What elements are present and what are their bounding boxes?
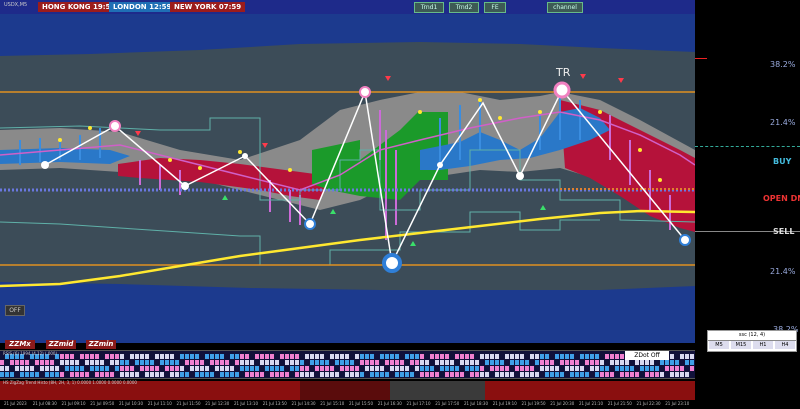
axis-label-214-top: 21.4%: [770, 118, 796, 127]
clock-london: LONDON 12:59: [109, 2, 176, 12]
zdot-toggle-button[interactable]: ZDot Off: [625, 351, 669, 360]
time-label: 21 Jul 22:30: [636, 401, 661, 406]
pane1-title: RSIS (6) 1994 (4,12) (,000): [3, 351, 58, 356]
symbol-label: USDX,M5: [4, 2, 28, 8]
time-label: 21 Jul 18:30: [464, 401, 488, 406]
time-label: 21 Jul 09:50: [90, 401, 115, 406]
timeframe-h1[interactable]: H1: [753, 341, 773, 349]
time-label: 21 Jul 11:10: [147, 401, 172, 406]
zzmx-button[interactable]: ZZMx: [5, 340, 35, 349]
timeframe-m5[interactable]: M5: [709, 341, 729, 349]
price-axis: 38.2% 21.4% BUY OPEN DN SELL 21.4% 38.2%: [695, 0, 800, 343]
trend2-button[interactable]: Trnd2: [449, 2, 479, 13]
channel-button[interactable]: channel: [547, 2, 583, 13]
price-chart[interactable]: TR: [0, 14, 695, 343]
time-label: 21 Jul 11:50: [176, 401, 201, 406]
timeframe-panel: ssc (12, 4) M5 M15 H1 H4: [707, 330, 797, 352]
time-label: 21 Jul 13:10: [234, 401, 258, 406]
timeframe-m15[interactable]: M15: [731, 341, 751, 349]
axis-label-buy: BUY: [773, 157, 792, 166]
time-label: 21 Jul 19:50: [521, 401, 546, 406]
time-label: 21 Jul 15:50: [349, 401, 373, 406]
time-label: 21 Jul 14:30: [291, 401, 316, 406]
off-button[interactable]: OFF: [5, 305, 25, 316]
time-label: 21 Jul 17:10: [406, 401, 431, 406]
time-label: 21 Jul 21:50: [607, 401, 632, 406]
fe-button[interactable]: FE: [484, 2, 506, 13]
clock-hongkong: HONG KONG 19:59: [38, 2, 120, 12]
time-label: 21 Jul 23:10: [665, 401, 690, 406]
time-label: 21 Jul 13:50: [262, 401, 287, 406]
time-label: 21 Jul 10:30: [119, 401, 143, 406]
timeframe-h4[interactable]: H4: [775, 341, 795, 349]
time-label: 21 Jul 15:10: [320, 401, 345, 406]
time-label: 21 Jul 17:50: [435, 401, 460, 406]
time-label: 21 Jul 09:10: [61, 401, 86, 406]
zzmin-button[interactable]: ZZmin: [86, 340, 116, 349]
axis-label-214-bottom: 21.4%: [770, 267, 796, 276]
time-label: 21 Jul 2023: [4, 401, 27, 406]
trend1-button[interactable]: Trnd1: [414, 2, 444, 13]
time-label: 21 Jul 08:30: [32, 401, 57, 406]
tr-label: TR: [555, 66, 571, 79]
pane2-title: HS ZigZag Trend Histo (8H, 2H, 3, 1) 0.0…: [3, 380, 137, 385]
time-label: 21 Jul 21:10: [579, 401, 603, 406]
time-label: 21 Jul 12:30: [205, 401, 230, 406]
time-label: 21 Jul 19:10: [492, 401, 517, 406]
clock-newyork: NEW YORK 07:59: [170, 2, 246, 12]
rsi-histogram-pane: [0, 350, 695, 378]
time-label: 21 Jul 20:30: [550, 401, 575, 406]
time-label: 21 Jul 16:30: [377, 401, 402, 406]
axis-label-382-top: 38.2%: [770, 60, 796, 69]
zzmid-button[interactable]: ZZmid: [46, 340, 76, 349]
axis-label-sell: SELL: [773, 227, 795, 236]
axis-label-open-dn: OPEN DN: [763, 194, 800, 203]
timeframe-header: ssc (12, 4): [708, 331, 796, 341]
